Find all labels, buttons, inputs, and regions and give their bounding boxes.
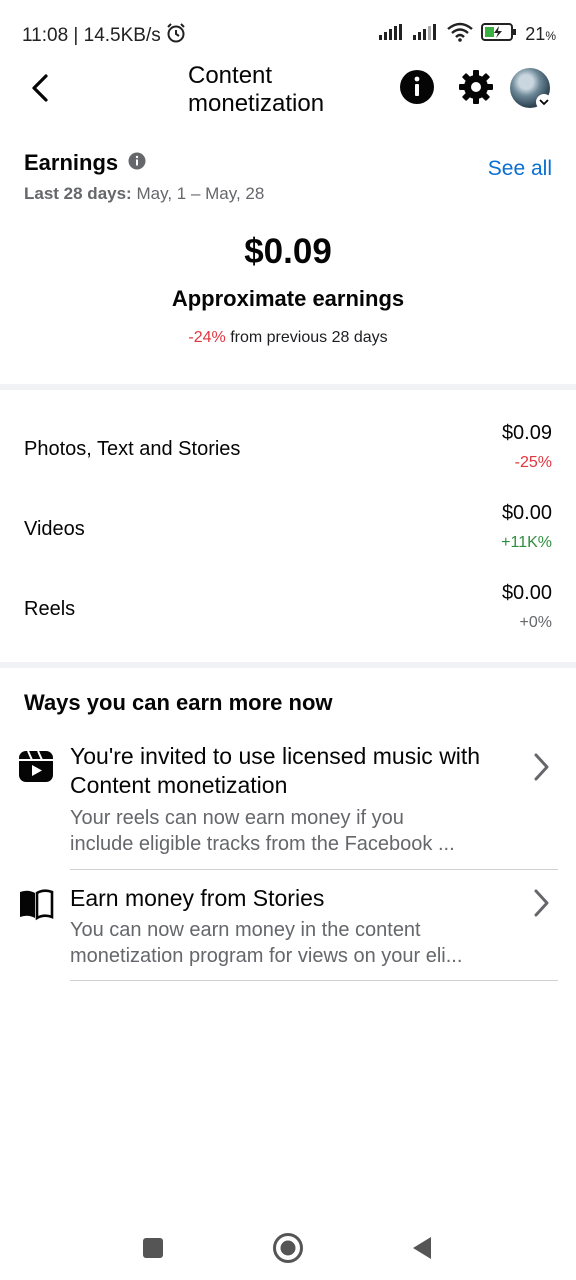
info-icon <box>400 70 434 104</box>
gear-icon <box>459 70 493 104</box>
earnings-amount: $0.09 <box>244 232 332 271</box>
breakdown-label: Videos <box>24 518 85 540</box>
breakdown-value: $0.09 <box>501 422 552 444</box>
signal-icon-secondary <box>413 24 439 45</box>
status-right: 21% <box>379 22 556 47</box>
item-separator <box>70 869 558 870</box>
battery-icon <box>481 22 517 47</box>
earnings-change-text: from previous 28 days <box>230 329 388 346</box>
way-description-line: Your reels can now earn money if you <box>70 807 404 829</box>
ways-title: Ways you can earn more now <box>24 690 333 715</box>
breakdown-label: Photos, Text and Stories <box>24 438 241 460</box>
settings-button[interactable] <box>457 68 495 106</box>
earnings-change: -24% from previous 28 days <box>0 329 576 347</box>
earnings-period: Last 28 days: May, 1 – May, 28 <box>24 184 264 204</box>
signal-icon <box>379 24 405 45</box>
earnings-title: Earnings <box>24 150 119 175</box>
breakdown-row-videos[interactable]: Videos $0.00 +11K% <box>0 494 576 564</box>
back-nav-button[interactable] <box>402 1228 442 1268</box>
chevron-down-icon <box>536 94 552 110</box>
info-button[interactable] <box>398 68 436 106</box>
section-divider <box>0 384 576 390</box>
breakdown-change: +11K% <box>501 534 552 551</box>
book-icon <box>18 886 54 922</box>
wifi-icon <box>447 22 474 47</box>
recents-button[interactable] <box>133 1228 173 1268</box>
period-label: Last 28 days: <box>24 184 132 203</box>
breakdown-value: $0.00 <box>501 582 552 604</box>
breakdown-label: Reels <box>24 598 76 620</box>
chevron-right-icon <box>526 886 556 920</box>
status-left: 11:08 | 14.5KB/s <box>22 22 187 50</box>
home-button[interactable] <box>268 1228 308 1268</box>
way-item-stories[interactable]: Earn money from Stories You can now earn… <box>0 882 576 982</box>
triangle-back-icon <box>413 1237 431 1259</box>
section-divider <box>0 662 576 668</box>
earnings-header: Earnings <box>24 150 146 176</box>
system-nav-bar <box>0 1210 576 1280</box>
way-item-licensed-music[interactable]: You're invited to use licensed music wit… <box>0 742 576 870</box>
way-description-line: include eligible tracks from the Faceboo… <box>70 833 455 855</box>
earnings-amount-label: Approximate earnings <box>171 286 405 311</box>
app-header: Content monetization <box>0 56 576 126</box>
breakdown-row-photos[interactable]: Photos, Text and Stories $0.09 -25% <box>0 414 576 484</box>
breakdown-row-reels[interactable]: Reels $0.00 +0% <box>0 574 576 644</box>
chevron-left-icon <box>32 74 48 102</box>
way-description-line: monetization program for views on your e… <box>70 945 463 967</box>
battery-level: 21% <box>525 24 556 44</box>
way-title: Earn money from Stories <box>70 885 325 911</box>
breakdown-value: $0.00 <box>501 502 552 524</box>
item-separator <box>70 980 558 981</box>
chevron-right-icon <box>526 750 556 784</box>
page-title: Content monetization <box>188 62 325 117</box>
earnings-change-pct: -24% <box>188 329 226 346</box>
circle-home-icon <box>273 1233 303 1263</box>
way-description-line: You can now earn money in the content <box>70 919 421 941</box>
reels-icon <box>18 748 54 784</box>
alarm-icon <box>165 22 187 50</box>
period-range: May, 1 – May, 28 <box>136 184 265 203</box>
breakdown-change: -25% <box>514 454 552 471</box>
profile-avatar-button[interactable] <box>510 68 552 110</box>
earnings-info-icon[interactable] <box>128 152 146 175</box>
status-time-speed: 11:08 | 14.5KB/s <box>22 25 161 46</box>
square-icon <box>143 1238 163 1258</box>
status-bar: 11:08 | 14.5KB/s 21% <box>0 0 576 60</box>
back-button[interactable] <box>22 68 58 108</box>
breakdown-change: +0% <box>519 614 552 631</box>
see-all-link[interactable]: See all <box>488 157 552 181</box>
way-title: You're invited to use licensed music wit… <box>70 743 481 798</box>
